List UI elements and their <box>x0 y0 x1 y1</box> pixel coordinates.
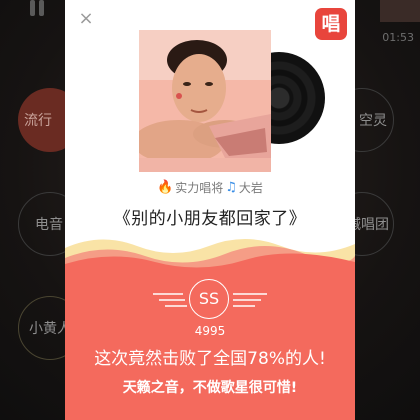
singer-name: 大岩 <box>238 180 263 195</box>
score-number: 4995 <box>194 324 226 338</box>
playback-time: 01:53 <box>382 31 414 44</box>
fire-icon: 🔥 <box>157 179 174 195</box>
singer-prefix: 实力唱将 <box>175 180 224 195</box>
score-grade-badge: SS <box>189 279 229 319</box>
close-icon[interactable]: × <box>77 10 95 28</box>
app-logo: 唱 <box>315 8 347 40</box>
praise-text: 天籁之音，不做歌星很可惜! <box>122 380 298 396</box>
beat-percentage-text: 这次竟然击败了全国78%的人! <box>94 349 326 369</box>
singer-row: 🔥 实力唱将 ♫ 大岩 <box>65 178 355 196</box>
song-title: 《别的小朋友都回家了》 <box>113 209 307 229</box>
pause-icon[interactable] <box>28 0 46 16</box>
result-dialog: × 唱 🔥 实力唱将 ♫ 大岩 《别的小朋友都回家了》 SS 4995 这次竟然… <box>65 0 355 420</box>
album-cover <box>139 30 271 172</box>
background-topbar <box>380 0 420 22</box>
music-note-icon: ♫ <box>225 179 237 195</box>
